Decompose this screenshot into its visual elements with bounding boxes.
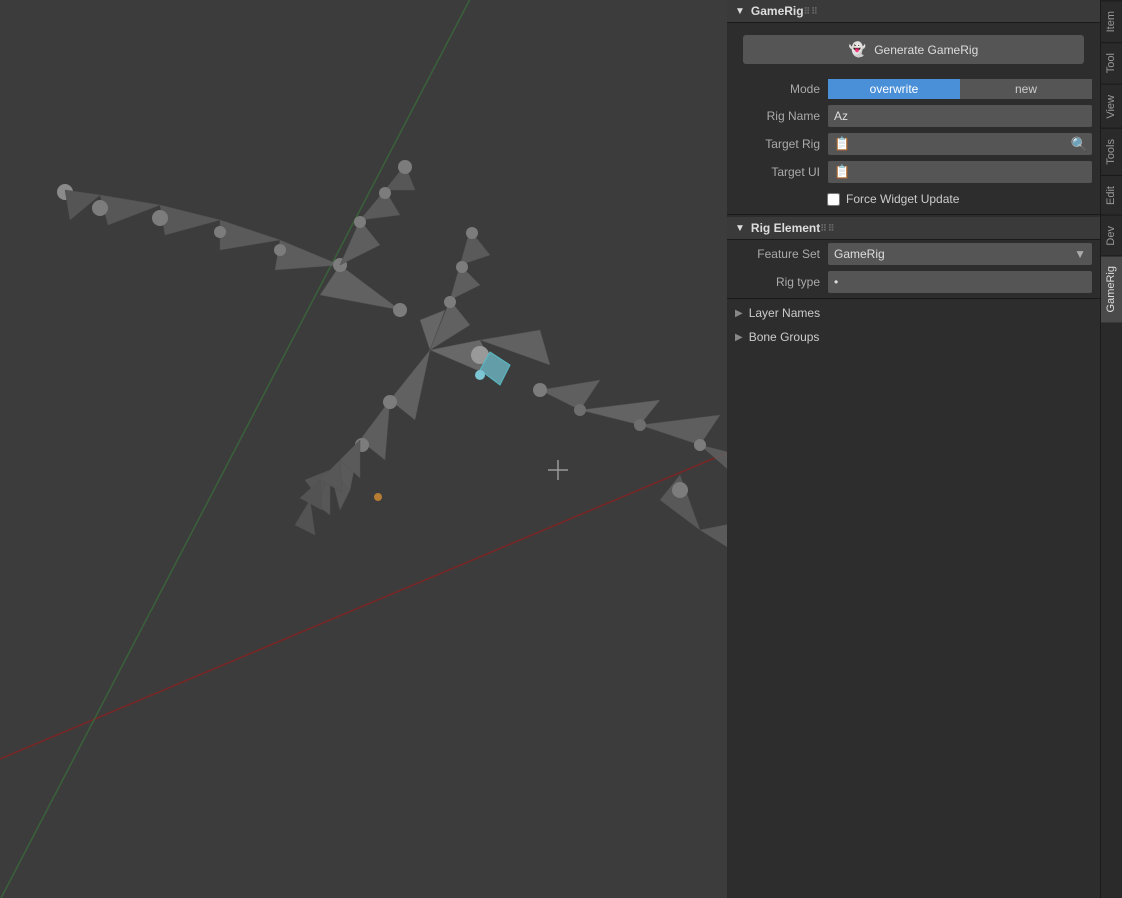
feature-set-value: GameRig <box>834 247 885 261</box>
target-ui-label: Target UI <box>735 165 820 179</box>
rig-name-control <box>828 105 1092 127</box>
tab-item[interactable]: Item <box>1101 0 1122 42</box>
tab-dev[interactable]: Dev <box>1101 215 1122 256</box>
viewport <box>0 0 727 898</box>
ghost-icon: 👻 <box>849 41 866 58</box>
rig-name-row: Rig Name <box>727 102 1100 130</box>
mode-buttons: overwrite new <box>828 79 1092 99</box>
force-widget-update-checkbox[interactable] <box>827 193 840 206</box>
rig-element-title: Rig Element <box>751 221 820 235</box>
target-rig-eyedropper[interactable]: 🔍 <box>1067 136 1092 153</box>
layer-names-label: Layer Names <box>749 306 820 320</box>
force-widget-update-row: Force Widget Update <box>727 186 1100 212</box>
section-collapse-triangle: ▼ <box>735 6 745 17</box>
target-rig-label: Target Rig <box>735 137 820 151</box>
generate-button-label: Generate GameRig <box>874 43 978 57</box>
rig-element-collapse-triangle: ▼ <box>735 223 745 234</box>
mode-row: Mode overwrite new <box>727 76 1100 102</box>
rig-name-input[interactable] <box>828 105 1092 127</box>
target-ui-control: 📋 <box>828 161 1092 183</box>
section-drag-handle[interactable]: ⠿⠿ <box>804 6 819 17</box>
bone-groups-label: Bone Groups <box>749 330 820 344</box>
tab-gamerig[interactable]: GameRig <box>1101 255 1122 322</box>
rig-type-row: Rig type <box>727 268 1100 296</box>
bone-groups-tri: ▶ <box>735 332 743 343</box>
panel-content: ▼ GameRig ⠿⠿ 👻 Generate GameRig Mode ove… <box>727 0 1100 898</box>
rig-type-label: Rig type <box>735 275 820 289</box>
feature-set-dropdown[interactable]: GameRig ▼ <box>828 243 1092 265</box>
tab-tools[interactable]: Tools <box>1101 128 1122 175</box>
mode-label: Mode <box>735 82 820 96</box>
target-rig-input[interactable] <box>856 134 1066 154</box>
right-panel: ▼ GameRig ⠿⠿ 👻 Generate GameRig Mode ove… <box>727 0 1122 898</box>
divider-2 <box>727 298 1100 299</box>
rig-element-section-header[interactable]: ▼ Rig Element ⠿⠿ <box>727 217 1100 240</box>
target-rig-row: Target Rig 📋 🔍 <box>727 130 1100 158</box>
divider-1 <box>727 214 1100 215</box>
gamerig-section-header[interactable]: ▼ GameRig ⠿⠿ <box>727 0 1100 23</box>
rig-type-input[interactable] <box>828 271 1092 293</box>
side-tabs: Item Tool View Tools Edit Dev GameRig <box>1100 0 1122 898</box>
force-widget-update-label: Force Widget Update <box>846 192 959 206</box>
section-title: GameRig <box>751 4 804 18</box>
new-mode-button[interactable]: new <box>960 79 1092 99</box>
feature-set-label: Feature Set <box>735 247 820 261</box>
dropdown-arrow-icon: ▼ <box>1074 247 1086 261</box>
target-ui-icon: 📋 <box>828 164 856 180</box>
layer-names-row[interactable]: ▶ Layer Names <box>727 301 1100 325</box>
generate-gamerig-button[interactable]: 👻 Generate GameRig <box>743 35 1084 64</box>
target-rig-icon: 📋 <box>828 136 856 152</box>
tab-tool[interactable]: Tool <box>1101 42 1122 83</box>
target-ui-input[interactable] <box>856 162 1092 182</box>
overwrite-mode-button[interactable]: overwrite <box>828 79 960 99</box>
tab-view[interactable]: View <box>1101 84 1122 129</box>
rig-type-control <box>828 271 1092 293</box>
feature-set-row: Feature Set GameRig ▼ <box>727 240 1100 268</box>
rig-name-label: Rig Name <box>735 109 820 123</box>
target-ui-row: Target UI 📋 <box>727 158 1100 186</box>
layer-names-tri: ▶ <box>735 308 743 319</box>
tab-edit[interactable]: Edit <box>1101 175 1122 215</box>
rig-element-drag-handle[interactable]: ⠿⠿ <box>820 223 835 234</box>
bone-groups-row[interactable]: ▶ Bone Groups <box>727 325 1100 349</box>
target-rig-control: 📋 🔍 <box>828 133 1092 155</box>
